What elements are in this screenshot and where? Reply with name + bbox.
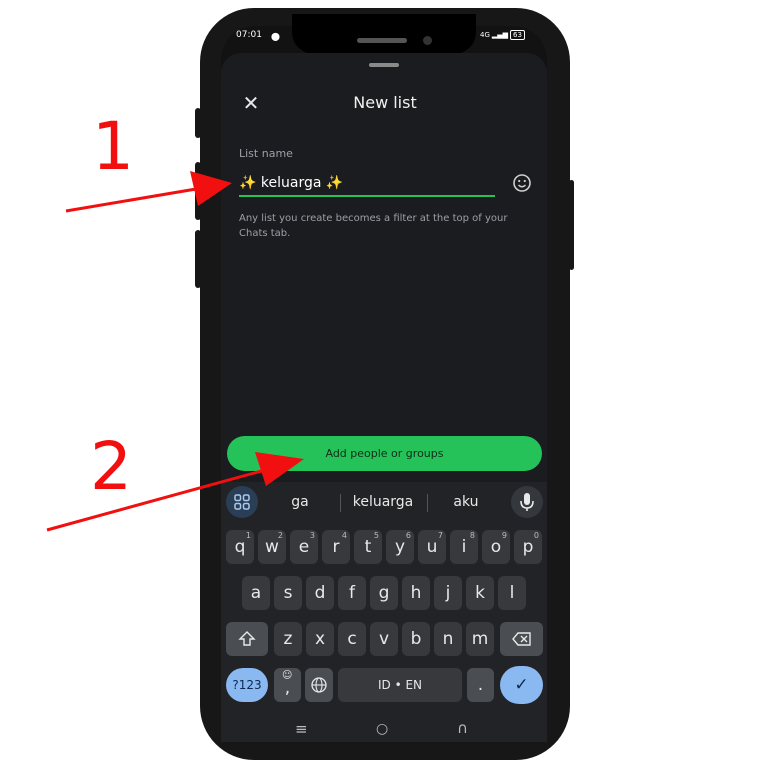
network-label: 4G: [480, 31, 490, 39]
globe-icon: [311, 677, 327, 693]
key-h[interactable]: h: [402, 576, 430, 610]
volume-down-button: [195, 162, 201, 220]
comma-key[interactable]: ☺ ,: [274, 668, 301, 702]
battery-icon: 63: [510, 30, 525, 40]
enter-key[interactable]: ✓: [500, 666, 543, 704]
key-u[interactable]: u7: [418, 530, 446, 564]
key-label: u: [426, 537, 438, 557]
key-p[interactable]: p0: [514, 530, 542, 564]
key-a[interactable]: a: [242, 576, 270, 610]
key-j[interactable]: j: [434, 576, 462, 610]
key-g[interactable]: g: [370, 576, 398, 610]
key-i[interactable]: i8: [450, 530, 478, 564]
signal-icon: ▂▄▆: [491, 31, 509, 39]
suggestion-2[interactable]: keluarga: [345, 494, 421, 510]
key-hint-7: 7: [437, 531, 443, 540]
space-key[interactable]: ID • EN: [338, 668, 462, 702]
helper-text: Any list you create becomes a filter at …: [239, 213, 508, 239]
key-label: e: [298, 537, 310, 557]
home-icon[interactable]: ○: [376, 721, 388, 737]
annotation-number-2: 2: [90, 428, 132, 505]
key-label: q: [234, 537, 246, 557]
add-people-button[interactable]: Add people or groups: [227, 436, 542, 471]
key-n[interactable]: n: [434, 622, 462, 656]
shift-icon: [238, 631, 256, 646]
key-label: r: [332, 537, 340, 557]
status-icons: 4G ▂▄▆ 63: [480, 30, 525, 40]
key-s[interactable]: s: [274, 576, 302, 610]
key-hint-4: 4: [341, 531, 347, 540]
key-y[interactable]: y6: [386, 530, 414, 564]
power-button: [569, 180, 574, 270]
key-q[interactable]: q1: [226, 530, 254, 564]
key-k[interactable]: k: [466, 576, 494, 610]
emoji-small-icon: ☺: [282, 670, 293, 681]
symbols-key[interactable]: ?123: [226, 668, 268, 702]
apps-grid-icon[interactable]: [226, 486, 258, 518]
key-hint-8: 8: [469, 531, 475, 540]
side-button: [195, 230, 201, 288]
key-label: y: [394, 537, 406, 557]
close-icon[interactable]: ✕: [240, 92, 262, 114]
key-f[interactable]: f: [338, 576, 366, 610]
key-e[interactable]: e3: [290, 530, 318, 564]
keyboard: [221, 482, 547, 742]
suggestion-1[interactable]: ga: [270, 494, 330, 510]
key-hint-1: 1: [245, 531, 251, 540]
suggestion-divider: [427, 494, 428, 512]
list-name-input[interactable]: [239, 171, 495, 197]
checkmark-icon: ✓: [514, 675, 529, 695]
suggestion-3[interactable]: aku: [436, 494, 496, 510]
key-label: o: [490, 537, 502, 557]
key-r[interactable]: r4: [322, 530, 350, 564]
key-v[interactable]: v: [370, 622, 398, 656]
backspace-icon: [511, 632, 531, 646]
location-icon: ⬤: [271, 32, 280, 41]
key-b[interactable]: b: [402, 622, 430, 656]
key-m[interactable]: m: [466, 622, 494, 656]
volume-up-button: [195, 108, 201, 138]
key-x[interactable]: x: [306, 622, 334, 656]
emoji-icon[interactable]: [511, 172, 533, 194]
key-o[interactable]: o9: [482, 530, 510, 564]
key-hint-3: 3: [309, 531, 315, 540]
key-hint-2: 2: [277, 531, 283, 540]
key-label: i: [461, 537, 467, 557]
page-title: New list: [353, 93, 417, 112]
period-key[interactable]: .: [467, 668, 494, 702]
key-hint-9: 9: [501, 531, 507, 540]
key-label: w: [265, 537, 279, 557]
key-hint-5: 5: [373, 531, 379, 540]
backspace-key[interactable]: [500, 622, 543, 656]
navigation-bar: ≡ ○ ∩: [221, 716, 547, 742]
camera-notch: [292, 14, 476, 54]
key-z[interactable]: z: [274, 622, 302, 656]
arrow-1-line: [65, 187, 197, 213]
language-key[interactable]: [305, 668, 333, 702]
key-l[interactable]: l: [498, 576, 526, 610]
status-time: 07:01: [236, 30, 262, 40]
key-hint-0: 0: [533, 531, 539, 540]
key-label: t: [364, 537, 372, 557]
suggestion-divider: [340, 494, 341, 512]
shift-key[interactable]: [226, 622, 268, 656]
back-icon[interactable]: ∩: [457, 719, 468, 737]
annotation-number-1: 1: [92, 108, 134, 185]
key-t[interactable]: t5: [354, 530, 382, 564]
drag-handle[interactable]: [369, 63, 399, 67]
key-d[interactable]: d: [306, 576, 334, 610]
microphone-icon[interactable]: [511, 486, 543, 518]
recents-icon[interactable]: ≡: [295, 720, 308, 738]
key-w[interactable]: w2: [258, 530, 286, 564]
front-camera: [423, 36, 432, 45]
key-hint-6: 6: [405, 531, 411, 540]
list-name-label: List name: [239, 147, 293, 160]
key-c[interactable]: c: [338, 622, 366, 656]
key-label: p: [522, 537, 534, 557]
earpiece-speaker: [357, 38, 407, 43]
